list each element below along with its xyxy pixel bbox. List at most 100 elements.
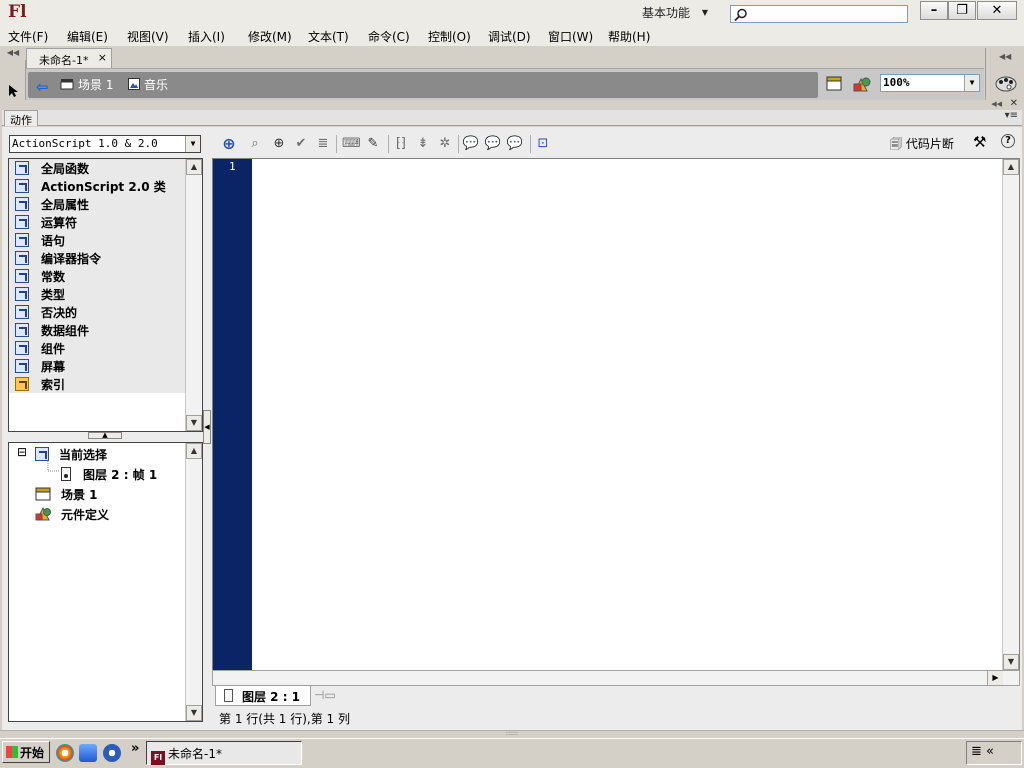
- toolbox-item[interactable]: 全局函数: [15, 160, 89, 178]
- collapse-selection-icon[interactable]: ⇟: [414, 136, 432, 152]
- help-search-input[interactable]: [730, 5, 908, 23]
- menu-file[interactable]: 文件(F): [8, 28, 48, 45]
- breadcrumb-symbol[interactable]: 音乐: [128, 76, 168, 93]
- pin-script-icon[interactable]: ⊣▭: [314, 688, 336, 702]
- scroll-up-icon[interactable]: ▲: [1003, 159, 1019, 175]
- menu-commands[interactable]: 命令(C): [368, 28, 410, 45]
- show-code-hint-icon[interactable]: ⌨: [342, 136, 361, 152]
- toolbox-scrollbar[interactable]: ▲ ▼: [185, 159, 202, 431]
- menu-window[interactable]: 窗口(W): [548, 28, 593, 45]
- script-assist-wand-icon[interactable]: ⚒: [973, 133, 986, 151]
- scroll-up-icon[interactable]: ▲: [186, 159, 202, 175]
- actionscript-version-select[interactable]: ActionScript 1.0 & 2.0 ▼: [9, 135, 201, 153]
- tree-frame-item[interactable]: 图层 2 : 帧 1: [61, 466, 157, 483]
- collapse-between-braces-icon[interactable]: ⁅⁆: [392, 136, 410, 152]
- editor-horizontal-scrollbar[interactable]: ▶: [212, 670, 1020, 686]
- editor-vertical-scrollbar[interactable]: ▲ ▼: [1002, 159, 1019, 670]
- symbols-icon: [35, 506, 51, 521]
- collapse-panel-icon[interactable]: ◀◀: [991, 100, 1002, 108]
- restore-button[interactable]: ❐: [948, 1, 976, 20]
- scroll-right-icon[interactable]: ▶: [987, 671, 1003, 685]
- taskbar-item-flash[interactable]: Fl 未命名-1*: [146, 741, 302, 765]
- chevron-down-icon[interactable]: ▼: [185, 136, 200, 152]
- expand-panels-icon[interactable]: ◀◀: [999, 52, 1011, 61]
- minimize-button[interactable]: –: [920, 1, 948, 20]
- find-icon[interactable]: ⌕: [246, 136, 264, 152]
- scroll-down-icon[interactable]: ▼: [186, 415, 202, 431]
- collapse-toggle-icon[interactable]: ⊟: [17, 445, 27, 459]
- show-hide-toolbox-icon[interactable]: ⊡: [534, 136, 552, 152]
- color-palette-icon[interactable]: [995, 75, 1017, 93]
- toolbox-item[interactable]: 屏幕: [15, 358, 65, 376]
- check-syntax-icon[interactable]: ✔: [292, 136, 310, 152]
- apply-block-comment-icon[interactable]: 💬: [462, 136, 480, 152]
- tree-symbol-definitions-label: 元件定义: [61, 508, 110, 522]
- toolbox-item[interactable]: 索引: [15, 376, 65, 394]
- collapse-panels-icon[interactable]: ◀◀: [0, 48, 26, 60]
- tree-current-selection-label: 当前选择: [59, 448, 108, 462]
- menu-view[interactable]: 视图(V): [127, 28, 169, 45]
- toolbox-item[interactable]: 编译器指令: [15, 250, 101, 268]
- toolbox-item[interactable]: 常数: [15, 268, 65, 286]
- apply-line-comment-icon[interactable]: 💬: [484, 136, 502, 152]
- script-editor[interactable]: 1 ▲ ▼: [212, 158, 1020, 671]
- debug-options-icon[interactable]: ✎: [364, 136, 382, 152]
- close-window-button[interactable]: ✕: [977, 1, 1017, 20]
- start-button[interactable]: 开始: [2, 741, 50, 763]
- scroll-up-icon[interactable]: ▲: [186, 443, 202, 459]
- close-panel-icon[interactable]: ✕: [1010, 98, 1018, 109]
- book-icon: [15, 287, 29, 301]
- menu-help[interactable]: 帮助(H): [608, 28, 650, 45]
- quicklaunch-chevron-icon[interactable]: »: [131, 741, 139, 756]
- toolbox-splitter[interactable]: ▲: [88, 432, 122, 439]
- close-icon[interactable]: ×: [98, 51, 107, 64]
- breadcrumb-scene[interactable]: 场景 1: [60, 76, 113, 93]
- menu-debug[interactable]: 调试(D): [488, 28, 531, 45]
- code-snippets-button[interactable]: 🗐 代码片断: [890, 135, 954, 156]
- document-tab[interactable]: 未命名-1* ×: [26, 48, 112, 68]
- insert-target-path-icon[interactable]: ⊕: [270, 136, 288, 152]
- tab-actions[interactable]: 动作: [4, 110, 38, 127]
- toolbox-item-label: 编译器指令: [41, 252, 102, 266]
- toolbox-item[interactable]: 否决的: [15, 304, 77, 322]
- script-tab-frame[interactable]: 图层 2 : 1: [215, 686, 311, 706]
- workspace-switcher[interactable]: 基本功能 ▼: [634, 3, 714, 23]
- remove-comment-icon[interactable]: 💬: [506, 136, 524, 152]
- toolbox-item[interactable]: 运算符: [15, 214, 77, 232]
- zoom-select[interactable]: 100% ▼: [880, 74, 980, 92]
- toolbox-item-label: 数据组件: [41, 324, 90, 338]
- toolbox-item[interactable]: 语句: [15, 232, 65, 250]
- toolbox-item[interactable]: 组件: [15, 340, 65, 358]
- chevron-down-icon[interactable]: ▼: [964, 75, 979, 91]
- toolbox-collapse-handle[interactable]: ◀: [203, 410, 211, 444]
- toolbox-item[interactable]: 数据组件: [15, 322, 89, 340]
- tree-scene-item[interactable]: 场景 1: [35, 486, 98, 503]
- panel-resize-grip[interactable]: ::::::: [0, 730, 1024, 738]
- panel-menu-icon[interactable]: ▾≡: [1005, 110, 1018, 121]
- toolbox-item[interactable]: 类型: [15, 286, 65, 304]
- navigator-scrollbar[interactable]: ▲ ▼: [185, 443, 202, 721]
- scroll-down-icon[interactable]: ▼: [1003, 654, 1019, 670]
- browser-icon[interactable]: [103, 744, 121, 762]
- menu-edit[interactable]: 编辑(E): [67, 28, 108, 45]
- show-desktop-icon[interactable]: [79, 744, 97, 762]
- add-script-item-icon[interactable]: ⊕: [220, 136, 238, 152]
- edit-symbols-icon[interactable]: [852, 75, 872, 93]
- back-arrow-icon[interactable]: ⇦: [36, 78, 49, 96]
- media-player-icon[interactable]: [56, 744, 74, 762]
- menu-insert[interactable]: 插入(I): [188, 28, 225, 45]
- system-tray[interactable]: ≣ «: [966, 741, 1022, 765]
- selection-tool-icon[interactable]: [8, 84, 20, 98]
- tree-symbol-definitions[interactable]: 元件定义: [35, 506, 109, 523]
- edit-scene-icon[interactable]: [826, 76, 844, 92]
- tree-current-selection[interactable]: 当前选择: [35, 446, 107, 463]
- auto-format-icon[interactable]: ≣: [314, 136, 332, 152]
- menu-control[interactable]: 控制(O): [428, 28, 471, 45]
- help-icon[interactable]: ?: [1001, 134, 1015, 148]
- toolbox-item[interactable]: 全局属性: [15, 196, 89, 214]
- menu-modify[interactable]: 修改(M): [248, 28, 292, 45]
- expand-all-icon[interactable]: ✲: [436, 136, 454, 152]
- menu-text[interactable]: 文本(T): [308, 28, 349, 45]
- toolbox-item[interactable]: ActionScript 2.0 类: [15, 178, 166, 196]
- scroll-down-icon[interactable]: ▼: [186, 705, 202, 721]
